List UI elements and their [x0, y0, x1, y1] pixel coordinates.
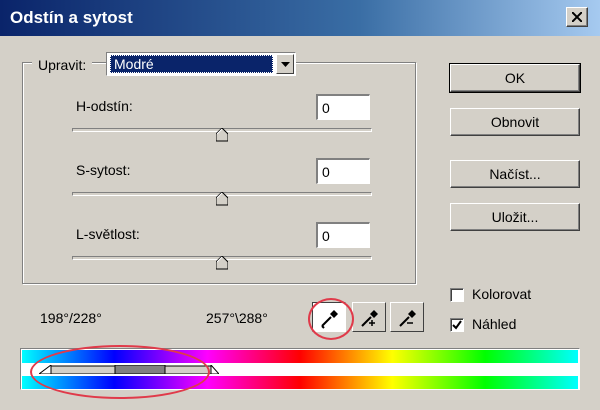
save-button[interactable]: Uložit...	[450, 203, 580, 231]
preview-label: Náhled	[472, 316, 517, 332]
close-button[interactable]	[566, 7, 588, 27]
checkmark-icon	[452, 320, 462, 330]
saturation-label: S-sytost:	[76, 162, 131, 178]
lightness-label: L-světlost:	[76, 226, 140, 242]
edit-label: Upravit:	[38, 57, 87, 73]
preview-checkbox[interactable]	[450, 318, 464, 332]
range-left-readout: 198°/228°	[40, 310, 102, 326]
range-right-readout: 257°\288°	[206, 310, 268, 326]
saturation-input[interactable]: 0	[316, 158, 370, 184]
window-title: Odstín a sytost	[10, 8, 133, 27]
title-bar: Odstín a sytost	[0, 0, 600, 36]
lightness-slider-thumb[interactable]	[216, 256, 228, 270]
eyedropper-minus-tool-button[interactable]	[390, 302, 424, 332]
eyedropper-plus-icon	[361, 310, 378, 327]
close-icon	[572, 12, 582, 22]
eyedropper-plus-tool-button[interactable]	[352, 302, 386, 332]
hue-label: H-odstín:	[76, 98, 133, 114]
hue-input[interactable]: 0	[316, 94, 370, 120]
lightness-input[interactable]: 0	[316, 222, 370, 248]
colorize-checkbox[interactable]	[450, 288, 464, 302]
source-spectrum-bar	[22, 350, 578, 363]
eyedropper-minus-icon	[399, 310, 416, 327]
saturation-slider-thumb[interactable]	[216, 192, 228, 206]
edit-combobox[interactable]: Modré	[106, 52, 296, 76]
ok-button[interactable]: OK	[449, 63, 581, 93]
edit-selected-value: Modré	[110, 55, 273, 73]
combo-dropdown-button[interactable]	[276, 54, 294, 74]
eyedropper-icon	[321, 310, 338, 329]
chevron-down-icon	[281, 62, 290, 67]
reset-button[interactable]: Obnovit	[450, 108, 580, 136]
edit-label-wrap: Upravit:	[32, 52, 93, 78]
eyedropper-tool-button[interactable]	[312, 302, 346, 332]
hue-range-selector[interactable]	[39, 365, 219, 374]
result-spectrum-bar	[22, 376, 578, 389]
load-button[interactable]: Načíst...	[450, 160, 580, 188]
hue-range-spectrum[interactable]	[20, 348, 580, 390]
colorize-label: Kolorovat	[472, 286, 532, 302]
hue-slider-thumb[interactable]	[216, 128, 228, 142]
